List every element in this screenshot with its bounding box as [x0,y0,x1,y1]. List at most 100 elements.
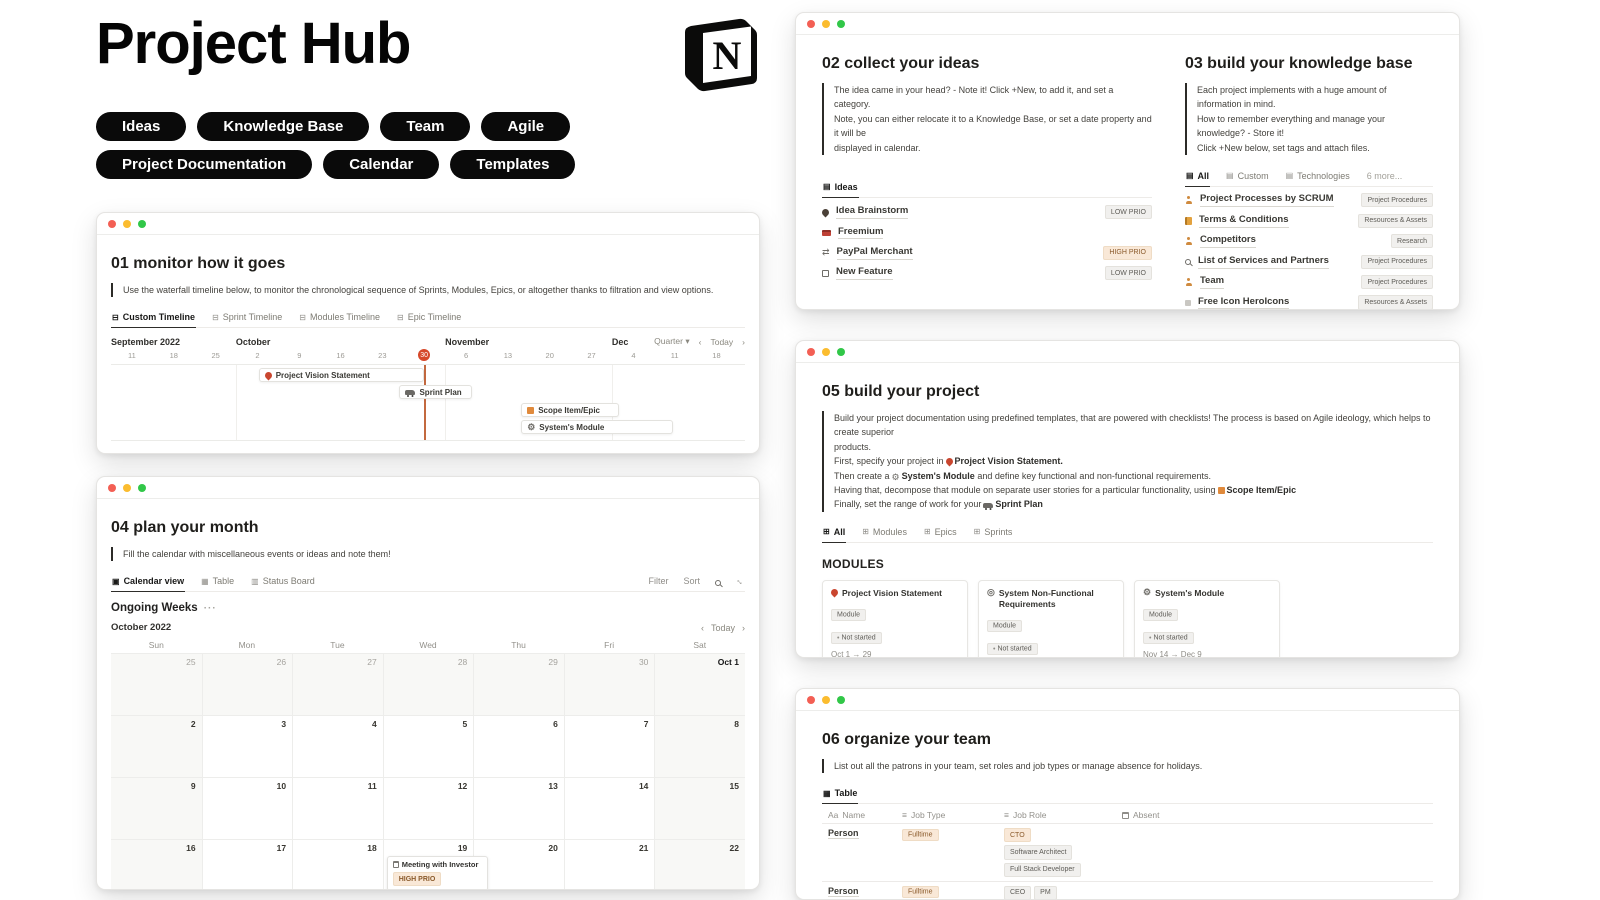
calendar-day[interactable]: 7 [564,716,655,777]
page-link[interactable]: Scope Item/Epic [1227,485,1297,495]
calendar-day[interactable]: 29 [473,654,564,715]
tab-epics[interactable]: ⊞Epics [923,524,958,542]
column-job-type[interactable]: ≡Job Type [896,807,998,823]
calendar-day[interactable]: 11 [292,778,383,839]
column-job-role[interactable]: ≡Job Role [998,807,1116,823]
calendar-day[interactable]: 14 [564,778,655,839]
calendar-day[interactable]: 28 [383,654,474,715]
minimize-button[interactable] [123,484,131,492]
page-link[interactable]: System's Module [902,471,975,481]
calendar-day[interactable]: 8 [654,716,745,777]
person-link[interactable]: Person [828,886,859,897]
timeline-bar-project-vision[interactable]: Project Vision Statement [259,368,424,382]
pill-team[interactable]: Team [380,112,470,141]
tab-sprints[interactable]: ⊞Sprints [973,524,1014,542]
list-item[interactable]: Team Project Procedures [1185,272,1433,292]
list-item[interactable]: Competitors Research [1185,231,1433,251]
calendar-day[interactable]: 12 [383,778,474,839]
zoom-button[interactable] [837,696,845,704]
tab-sprint-timeline[interactable]: ⊟Sprint Timeline [211,309,283,327]
tab-epic-timeline[interactable]: ⊟Epic Timeline [396,309,462,327]
tab-all[interactable]: ⊞All [822,524,846,543]
close-button[interactable] [807,348,815,356]
module-card[interactable]: Project Vision Statement Module •Not sta… [822,580,968,658]
calendar-day[interactable]: 26 [202,654,293,715]
prev-arrow[interactable]: ‹ [699,337,702,347]
list-item[interactable]: Free Icon HeroIcons Resources & Assets [1185,292,1433,310]
calendar-event[interactable]: Meeting with Investor HIGH PRIO [387,856,488,890]
tab-all[interactable]: ▤All [1185,168,1210,187]
zoom-button[interactable] [837,20,845,28]
filter-button[interactable]: Filter [648,576,668,591]
tab-custom-timeline[interactable]: ⊟Custom Timeline [111,309,196,328]
expand-button[interactable]: ↔ [736,576,745,591]
tab-custom[interactable]: ▤Custom [1225,168,1270,186]
list-item[interactable]: Project Processes by SCRUM Project Proce… [1185,190,1433,210]
calendar-day[interactable]: 18 [292,840,383,890]
sort-button[interactable]: Sort [683,576,700,591]
calendar-day[interactable]: 22 [654,840,745,890]
search-button[interactable] [715,580,721,591]
tab-table[interactable]: ▦Table [200,573,235,591]
absent-cell[interactable] [1116,824,1433,832]
minimize-button[interactable] [822,696,830,704]
next-arrow[interactable]: › [742,337,745,347]
tab-table[interactable]: ▦Table [822,785,858,804]
pill-templates[interactable]: Templates [450,150,575,179]
quarter-dropdown[interactable]: Quarter ▾ [654,336,689,347]
calendar-day[interactable]: 17 [202,840,293,890]
tab-technologies[interactable]: ▤Technologies [1285,168,1351,186]
column-absent[interactable]: Absent [1116,807,1433,823]
calendar-day[interactable]: 19 Meeting with Investor HIGH PRIO [383,840,474,890]
timeline-bar-scope-item[interactable]: Scope Item/Epic [521,403,619,417]
pill-ideas[interactable]: Ideas [96,112,186,141]
calendar-day[interactable]: 27 [292,654,383,715]
module-card[interactable]: ◎System Non-Functional Requirements Modu… [978,580,1124,658]
minimize-button[interactable] [123,220,131,228]
calendar-day[interactable]: 6 [473,716,564,777]
calendar-day[interactable]: 10 [202,778,293,839]
calendar-day[interactable]: 5 [383,716,474,777]
tab-status-board[interactable]: ▥Status Board [250,573,316,591]
today-button[interactable]: Today [711,623,735,633]
list-item[interactable]: Freemium [822,222,1152,242]
pill-project-documentation[interactable]: Project Documentation [96,150,312,179]
list-item[interactable]: ⇄ PayPal Merchant HIGH PRIO [822,243,1152,263]
calendar-day[interactable]: Oct 1 [654,654,745,715]
list-item[interactable]: Idea Brainstorm LOW PRIO [822,202,1152,222]
minimize-button[interactable] [822,348,830,356]
list-item[interactable]: New Feature LOW PRIO [822,263,1152,283]
close-button[interactable] [807,696,815,704]
page-link[interactable]: Sprint Plan [995,499,1043,509]
tab-modules-timeline[interactable]: ⊟Modules Timeline [298,309,381,327]
calendar-day[interactable]: 4 [292,716,383,777]
pill-agile[interactable]: Agile [481,112,570,141]
tab-ideas[interactable]: ▤Ideas [822,179,859,198]
close-button[interactable] [108,220,116,228]
prev-month-arrow[interactable]: ‹ [701,623,704,633]
minimize-button[interactable] [822,20,830,28]
calendar-day[interactable]: 25 [111,654,202,715]
list-item[interactable]: List of Services and Partners Project Pr… [1185,251,1433,271]
timeline-bar-systems-module[interactable]: ⚙System's Module [521,420,673,434]
calendar-day[interactable]: 30 [564,654,655,715]
person-link[interactable]: Person [828,828,859,839]
calendar-day[interactable]: 9 [111,778,202,839]
today-button[interactable]: Today [710,337,733,347]
next-month-arrow[interactable]: › [742,623,745,633]
tab-calendar-view[interactable]: ▣Calendar view [111,573,185,592]
more-options-icon[interactable]: ··· [204,603,217,614]
calendar-day[interactable]: 15 [654,778,745,839]
calendar-day[interactable]: 21 [564,840,655,890]
pill-knowledge-base[interactable]: Knowledge Base [197,112,369,141]
absent-cell[interactable] [1116,882,1433,890]
zoom-button[interactable] [837,348,845,356]
list-item[interactable]: Terms & Conditions Resources & Assets [1185,210,1433,230]
tab-modules[interactable]: ⊞Modules [861,524,908,542]
calendar-day[interactable]: 13 [473,778,564,839]
pill-calendar[interactable]: Calendar [323,150,439,179]
calendar-day[interactable]: 16 [111,840,202,890]
page-link[interactable]: Project Vision Statement. [955,456,1063,466]
column-name[interactable]: AaName [822,807,896,823]
close-button[interactable] [108,484,116,492]
